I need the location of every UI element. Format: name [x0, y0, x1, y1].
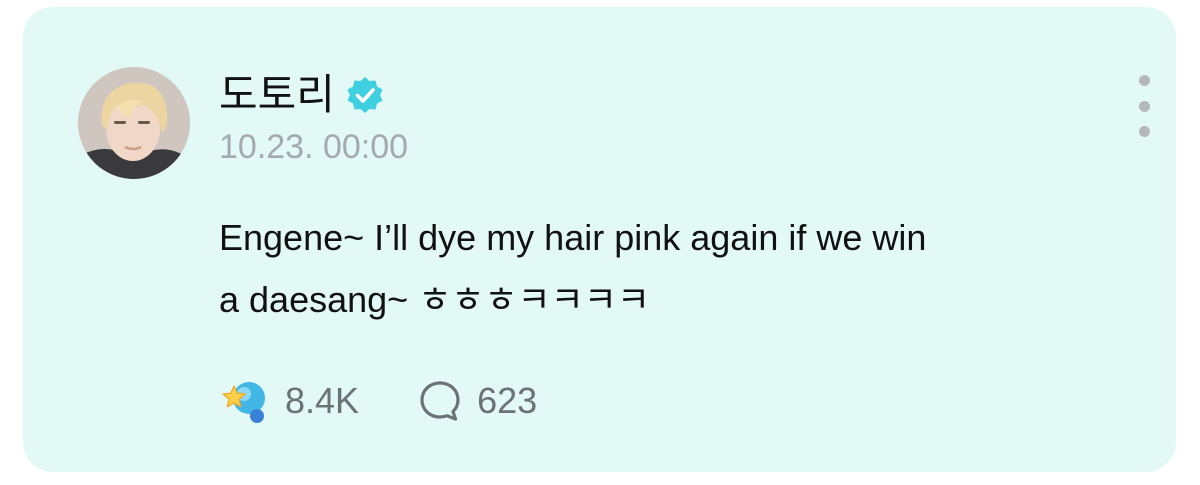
post-body-line-2-text: a daesang~	[219, 279, 419, 320]
more-vertical-icon[interactable]	[1127, 75, 1161, 137]
post-body-line-2-korean: ㅎㅎㅎㅋㅋㅋㅋ	[418, 280, 651, 321]
avatar-image	[78, 67, 190, 179]
more-dot	[1138, 100, 1150, 112]
comment-bubble-icon	[420, 381, 460, 421]
post-timestamp: 10.23. 00:00	[219, 128, 409, 166]
avatar[interactable]	[78, 67, 190, 179]
comment-button[interactable]: 623	[417, 373, 537, 429]
cheer-icon[interactable]	[219, 376, 273, 426]
verified-check-icon	[347, 77, 383, 113]
post-actions: 8.4K 623	[219, 373, 537, 429]
more-dot	[1138, 75, 1150, 86]
post-body: Engene~ I’ll dye my hair pink again if w…	[219, 207, 1119, 332]
post-body-line-2: a daesang~ ㅎㅎㅎㅋㅋㅋㅋ	[219, 269, 1119, 332]
reaction-count: 8.4K	[285, 380, 360, 421]
author-row: 도토리	[219, 69, 385, 121]
post-body-line-1: Engene~ I’ll dye my hair pink again if w…	[219, 217, 927, 258]
more-dot	[1138, 126, 1150, 137]
post-card: 도토리 10.23. 00:00 Engene~ I’ll dye my hai…	[23, 7, 1176, 472]
author-name[interactable]: 도토리	[219, 69, 335, 121]
comment-count: 623	[477, 380, 538, 421]
